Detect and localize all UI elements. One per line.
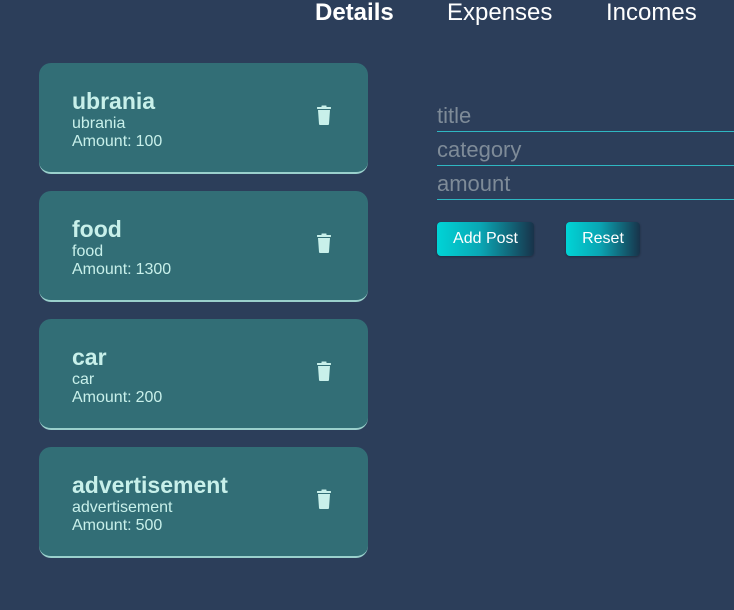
post-card: food food Amount: 1300 xyxy=(39,191,368,302)
amount-label: Amount: xyxy=(72,517,132,534)
tab-details[interactable]: Details xyxy=(315,0,394,26)
post-amount: Amount: 500 xyxy=(72,517,162,535)
post-card: advertisement advertisement Amount: 500 xyxy=(39,447,368,558)
trash-icon[interactable] xyxy=(316,361,332,381)
amount-label: Amount: xyxy=(72,133,132,150)
amount-input[interactable] xyxy=(437,168,734,200)
category-input[interactable] xyxy=(437,134,734,166)
reset-button[interactable]: Reset xyxy=(566,222,640,256)
top-nav: Details Expenses Incomes xyxy=(0,0,734,30)
trash-icon[interactable] xyxy=(316,105,332,125)
post-title: ubrania xyxy=(72,88,156,114)
add-post-button[interactable]: Add Post xyxy=(437,222,534,256)
amount-value: 1300 xyxy=(135,261,172,278)
post-amount: Amount: 100 xyxy=(72,133,162,151)
trash-icon[interactable] xyxy=(316,233,332,253)
tab-incomes[interactable]: Incomes xyxy=(606,0,697,26)
post-card: ubrania ubrania Amount: 100 xyxy=(39,63,368,174)
tab-expenses[interactable]: Expenses xyxy=(447,0,552,26)
trash-icon[interactable] xyxy=(316,489,332,509)
amount-value: 200 xyxy=(135,389,163,406)
post-category: ubrania xyxy=(72,115,126,132)
post-category: car xyxy=(72,371,95,388)
post-form xyxy=(437,100,734,202)
post-title: car xyxy=(72,344,107,370)
amount-value: 500 xyxy=(135,517,163,534)
post-title: food xyxy=(72,216,122,242)
post-category: advertisement xyxy=(72,499,173,516)
amount-label: Amount: xyxy=(72,261,132,278)
amount-label: Amount: xyxy=(72,389,132,406)
post-category: food xyxy=(72,243,104,260)
post-amount: Amount: 200 xyxy=(72,389,162,407)
title-input[interactable] xyxy=(437,100,734,132)
post-card: car car Amount: 200 xyxy=(39,319,368,430)
post-list: ubrania ubrania Amount: 100 food food Amo… xyxy=(39,63,368,575)
post-amount: Amount: 1300 xyxy=(72,261,171,279)
amount-value: 100 xyxy=(135,133,163,150)
post-title: advertisement xyxy=(72,472,228,498)
